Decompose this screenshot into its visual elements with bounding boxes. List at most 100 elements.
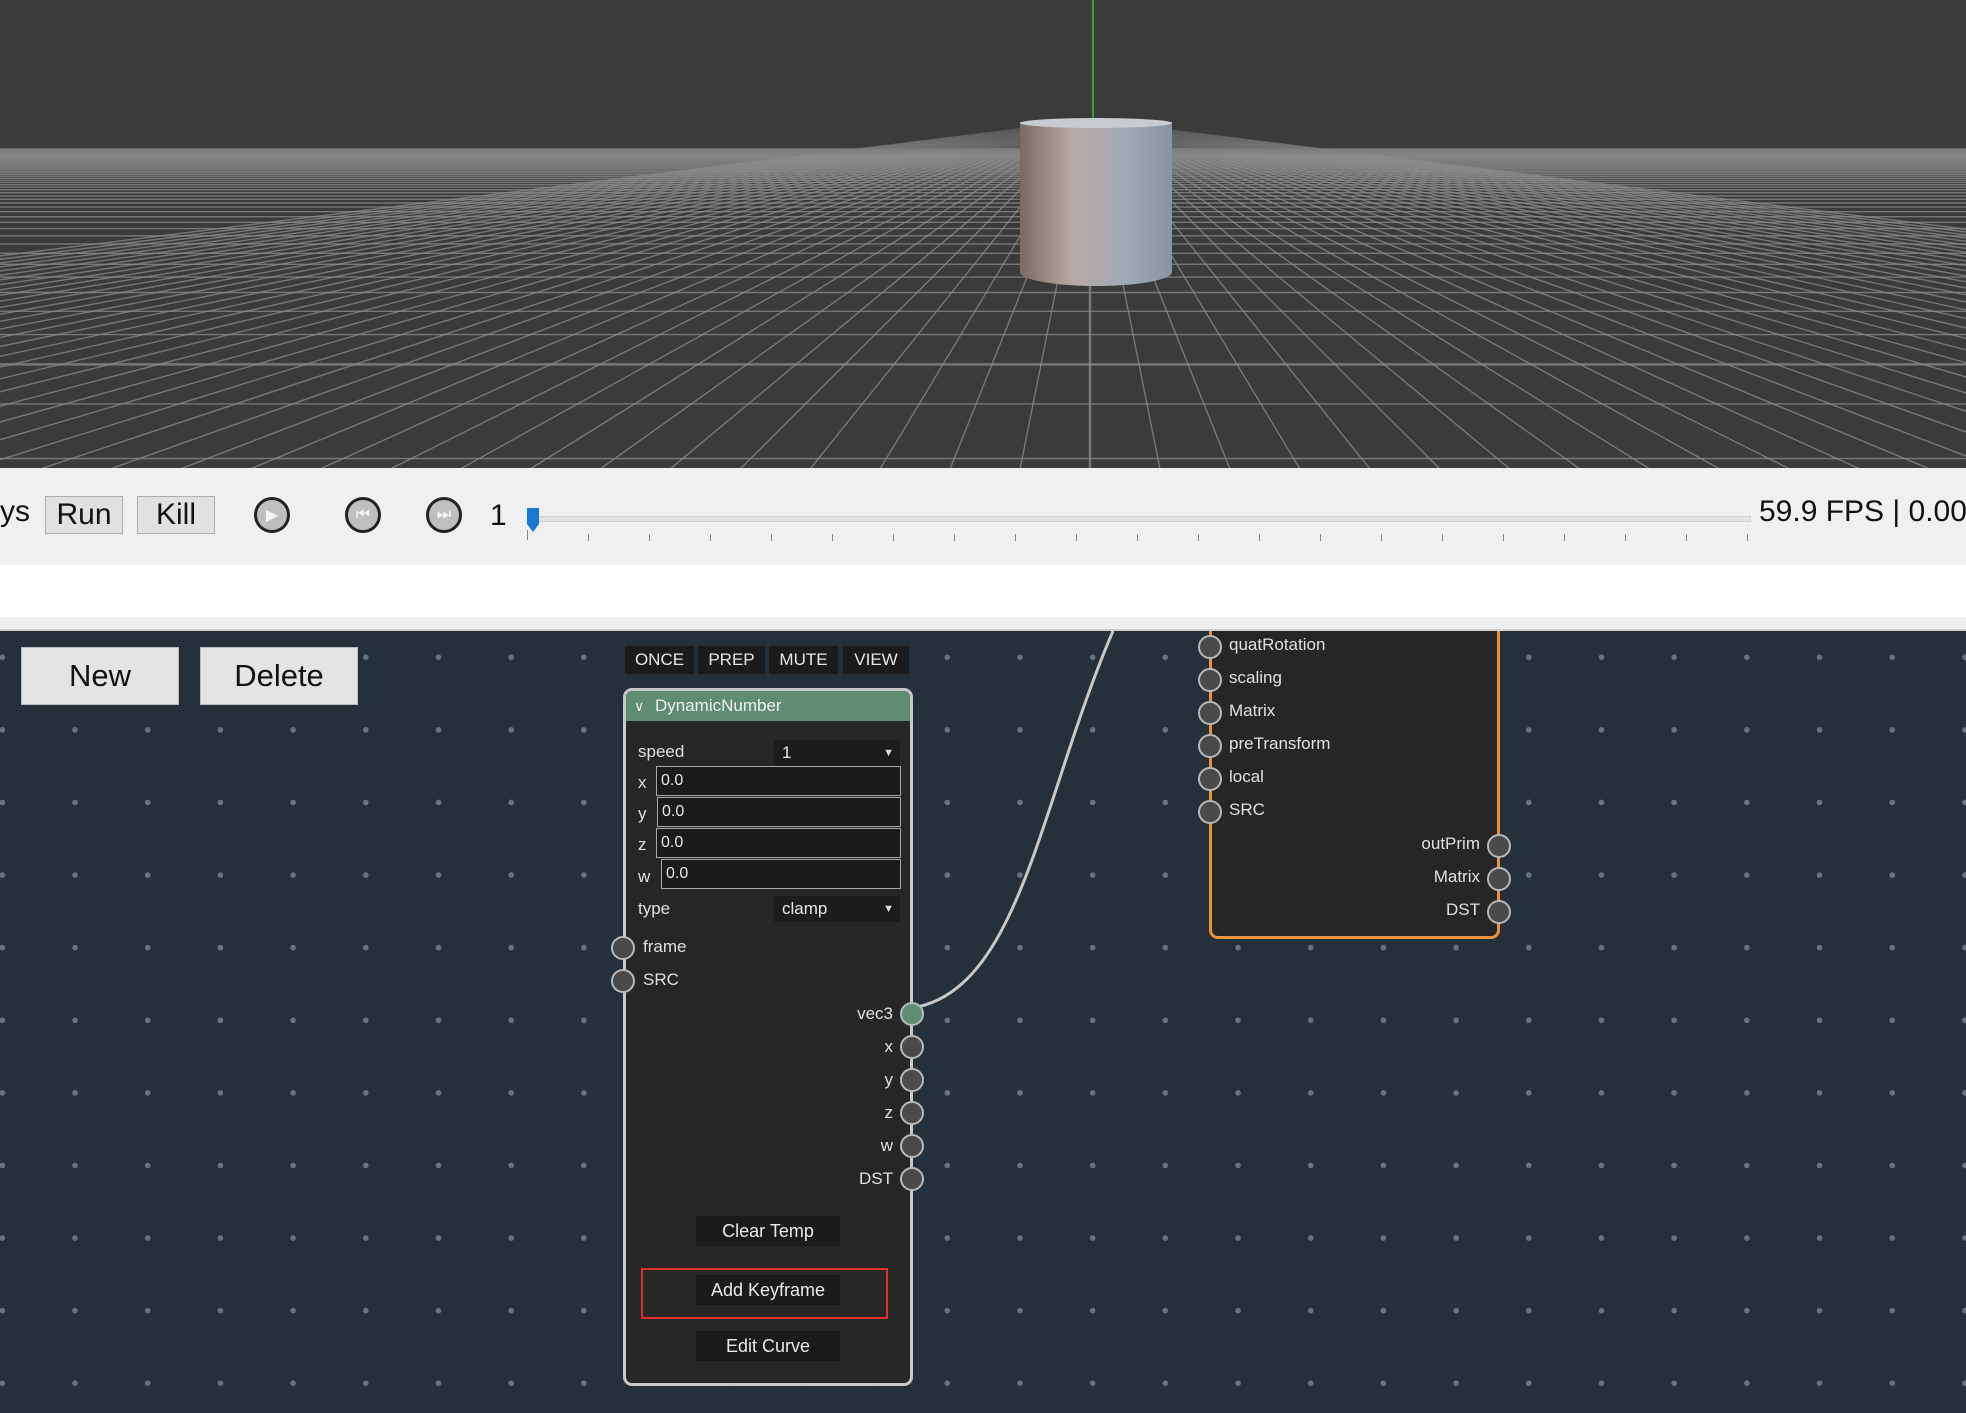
run-button[interactable]: Run <box>45 496 123 534</box>
input-label-matrix: Matrix <box>1229 701 1276 720</box>
dropdown-caret-icon: ▼ <box>883 903 894 915</box>
input-socket-matrix[interactable] <box>1198 701 1222 725</box>
panel-splitter[interactable] <box>0 617 1966 631</box>
node-connection-wire <box>911 631 1115 1010</box>
current-frame: 1 <box>490 499 507 532</box>
output-socket-x[interactable] <box>900 1035 924 1059</box>
toolbar-partial-label: ys <box>0 495 30 528</box>
flag-view-button[interactable]: VIEW <box>843 646 909 674</box>
clear-temp-button[interactable]: Clear Temp <box>696 1216 840 1246</box>
timeline-tick <box>1198 534 1199 541</box>
step-back-button[interactable]: ⏮ <box>345 497 381 533</box>
timeline-tick <box>893 534 894 541</box>
output-label-vec3: vec3 <box>857 1004 893 1023</box>
input-label-quatrotation: quatRotation <box>1229 635 1326 654</box>
speed-value: 1 <box>782 743 792 762</box>
timeline-tick <box>1259 534 1260 541</box>
flag-mute-button[interactable]: MUTE <box>769 646 838 674</box>
node-title: DynamicNumber <box>655 696 782 715</box>
input-socket-quatrotation[interactable] <box>1198 635 1222 659</box>
scene-shape <box>0 116 1966 156</box>
input-label-pretransform: preTransform <box>1229 734 1331 753</box>
z-field[interactable]: 0.0 <box>656 828 901 858</box>
output-label-y: y <box>884 1070 894 1089</box>
speed-dropdown[interactable]: 1 ▼ <box>774 740 900 766</box>
timeline-tick <box>1747 534 1748 541</box>
input-socket-pretransform[interactable] <box>1198 734 1222 758</box>
kill-button[interactable]: Kill <box>137 496 215 534</box>
output-socket-outprim[interactable] <box>1487 834 1511 858</box>
input-socket-local[interactable] <box>1198 767 1222 791</box>
y-field[interactable]: 0.0 <box>657 797 901 827</box>
chevron-down-icon[interactable]: ∨ <box>634 691 644 721</box>
edit-curve-button[interactable]: Edit Curve <box>696 1331 840 1361</box>
playback-toolbar: ys Run Kill ▶ ⏮ ⏭ 1 59.9 FPS | 0.00 s <box>0 468 1966 565</box>
timeline-tick <box>1320 534 1321 541</box>
timeline-tick <box>1503 534 1504 541</box>
timeline-tick <box>1076 534 1077 541</box>
timeline-tick <box>832 534 833 541</box>
timeline-tick <box>1686 534 1687 541</box>
output-label-dst: DST <box>1446 900 1480 919</box>
3d-viewport[interactable] <box>0 0 1966 468</box>
z-label: z <box>638 835 647 854</box>
timeline-tick <box>771 534 772 541</box>
timeline-tick <box>649 534 650 541</box>
output-socket-dst[interactable] <box>900 1167 924 1191</box>
output-socket-z[interactable] <box>900 1101 924 1125</box>
type-label: type <box>638 899 671 918</box>
flag-once-button[interactable]: ONCE <box>625 646 694 674</box>
output-socket-w[interactable] <box>900 1134 924 1158</box>
command-strip <box>0 565 1966 617</box>
play-icon: ▶ <box>265 507 279 524</box>
type-dropdown[interactable]: clamp ▼ <box>774 896 900 922</box>
timeline-tick <box>1381 534 1382 541</box>
x-label: x <box>638 773 647 792</box>
timeline-tick <box>1137 534 1138 541</box>
output-socket-dst[interactable] <box>1487 900 1511 924</box>
timeline-tick <box>954 534 955 541</box>
output-socket-y[interactable] <box>900 1068 924 1092</box>
flag-prep-button[interactable]: PREP <box>698 646 765 674</box>
input-socket-src[interactable] <box>1198 800 1222 824</box>
input-socket-src[interactable] <box>611 969 635 993</box>
type-value: clamp <box>782 899 828 918</box>
timeline-tick <box>1564 534 1565 541</box>
highlight-box <box>641 1268 888 1319</box>
w-field[interactable]: 0.0 <box>661 859 901 889</box>
input-label-frame: frame <box>643 937 687 956</box>
scene-shape <box>1020 122 1172 272</box>
timeline-cursor[interactable] <box>527 508 539 532</box>
input-label-scaling: scaling <box>1229 668 1282 687</box>
timeline-tick <box>1625 534 1626 541</box>
timeline-tick <box>588 534 589 541</box>
output-socket-matrix[interactable] <box>1487 867 1511 891</box>
play-button[interactable]: ▶ <box>254 497 290 533</box>
step-forward-button[interactable]: ⏭ <box>426 497 462 533</box>
scene-shape <box>1020 118 1172 128</box>
scene-shape <box>1020 258 1172 286</box>
output-label-outprim: outPrim <box>1421 834 1480 853</box>
speed-label: speed <box>638 742 685 761</box>
output-socket-vec3[interactable] <box>900 1002 924 1026</box>
dropdown-caret-icon: ▼ <box>883 747 894 759</box>
input-socket-scaling[interactable] <box>1198 668 1222 692</box>
timeline-slider[interactable] <box>527 508 1751 544</box>
w-label: w <box>638 867 651 886</box>
timeline-tick <box>710 534 711 541</box>
transform-node[interactable]: quatRotation scaling Matrix preTransform… <box>1209 631 1500 939</box>
x-field[interactable]: 0.0 <box>656 766 901 796</box>
output-label-x: x <box>884 1037 894 1056</box>
timeline-tick <box>1442 534 1443 541</box>
delete-button[interactable]: Delete <box>200 647 358 705</box>
node-editor[interactable]: New Delete ONCE PREP MUTE VIEW ∨ Dynamic… <box>0 631 1966 1413</box>
output-label-w: w <box>880 1136 893 1155</box>
input-label-local: local <box>1229 767 1264 786</box>
output-label-z: z <box>884 1103 894 1122</box>
ground-grid <box>0 0 1966 468</box>
step-forward-icon: ⏭ <box>436 506 452 523</box>
new-button[interactable]: New <box>21 647 179 705</box>
node-header[interactable]: ∨ DynamicNumber <box>626 691 910 721</box>
scene-shape <box>0 0 1966 468</box>
input-socket-frame[interactable] <box>611 936 635 960</box>
